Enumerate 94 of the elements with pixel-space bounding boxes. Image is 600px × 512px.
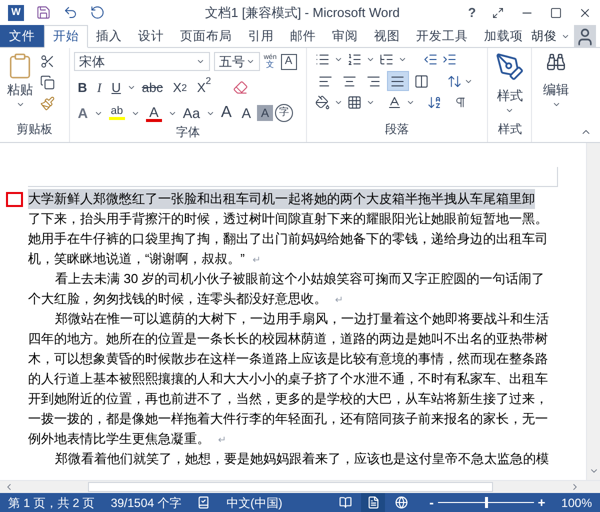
ribbon-tab[interactable]: 设计 [130,25,172,47]
paragraph: 郑微看着他们就笑了，她想，要是她妈妈跟着来了，应该也是这付皇帝不急太监急的模 [54,450,550,468]
styles-button[interactable]: 样式 [494,48,525,106]
highlight-button[interactable]: ab [104,103,129,123]
globe-icon [394,496,408,509]
multilevel-list-icon[interactable] [378,52,394,67]
align-left-icon [318,74,334,88]
ribbon-tab[interactable]: 加载项 [476,25,531,47]
scroll-thumb[interactable] [88,482,493,492]
font-color-button[interactable]: A [142,103,166,123]
zoom-in-button[interactable]: + [538,492,546,512]
binoculars-icon [546,52,566,72]
group-label: 字体 [174,124,201,141]
page-count[interactable]: 第 1 页，共 2 页 [8,494,95,512]
book-icon [338,496,352,509]
pilcrow-icon[interactable] [454,96,467,109]
caret-icon[interactable] [406,98,415,107]
annotation-square-icon [6,192,23,207]
redo-icon[interactable] [90,5,105,20]
ribbon-display-icon[interactable] [492,6,504,18]
shrink-font-button[interactable]: A [238,103,256,123]
paragraph: 看上去未满 30 岁的司机小伙子被眼前这个小姑娘笑容可掬而又字正腔圆的一句话闹了 个大红脸，匆匆找钱的时候，连零头都没好意思收。 ↵ [28,270,546,308]
align-right-icon [366,74,382,88]
horizontal-scrollbar[interactable] [0,480,600,493]
ribbon-tab[interactable]: 插入 [88,25,130,47]
vertical-scrollbar[interactable] [586,143,600,480]
caret-icon[interactable] [334,98,343,107]
paint-bucket-icon[interactable] [314,95,330,110]
align-center-icon [342,74,358,88]
justify-icon [390,74,406,88]
increase-indent-icon[interactable] [442,52,457,67]
ribbon-tab[interactable]: 页面布局 [172,25,240,47]
format-button[interactable]: B [74,77,92,97]
cut-icon[interactable] [40,54,55,69]
view-button[interactable] [361,493,386,512]
paragraph: 大学新鲜人郑微憋红了一张脸和出租车司机一起将她的两个大皮箱半拖半拽从车尾箱里卸 了下来，抬头用手背擦汗的时候，透过树叶间隙直射下来的耀眼阳光让她眼前短暂地一黑。 她用手在牛仔裤的口袋里掏了掏，翻出了出门前妈妈给她备下的零钱，递给身边的出租车司 机，笑眯眯地说道，“谢谢啊，叔叔。” ↵ [28,189,549,268]
paste-button[interactable]: 粘贴 [6,52,34,100]
format-button[interactable]: abc [138,77,167,97]
word-count[interactable]: 39/1504 个字 [110,494,182,512]
ribbon-tab[interactable]: 开发工具 [408,25,476,47]
grow-font-button[interactable]: A [217,103,236,123]
file-tab[interactable]: 文件 [0,25,44,47]
change-case-button[interactable]: Aa [178,103,204,123]
user-name[interactable]: 胡俊 [531,26,557,46]
text-effects-button[interactable]: A [74,103,92,123]
numbering-icon[interactable] [346,52,362,67]
decrease-indent-icon[interactable] [422,52,438,67]
ribbon-tab[interactable]: 审阅 [324,25,366,47]
sort-icon[interactable] [426,95,442,110]
app-logo: W [8,4,24,20]
enclose-character-button[interactable]: 字 [275,104,294,122]
ribbon-tab[interactable]: 开始 [44,25,88,48]
maximize-icon[interactable] [550,6,562,18]
page-icon [366,496,380,509]
ribbon-tab[interactable]: 引用 [240,25,282,47]
proofing-icon[interactable] [197,496,210,509]
zoom-level[interactable]: 100% [561,494,592,512]
paragraph: 郑微站在惟一可以遮荫的大树下，一边用手扇风，一边打量着这个她即将要战斗和生活 四年的地方。她所在的位置是一条长长的校园林荫道，道路的两边是她叫不出名的亚热带树 木，可以想象黄昏的时候散步在这样一条道路上应该是比较有意境的事情，然而现在整条路 的人行道上基本被熙熙攘攘的人和大大小小的桌子挤了个水泄不通，不时有私家车、出租车 开到她附近的位置，再也前进不了，当然，更多的是学校的大巴，从车站将新生接了过来， 一拨一拨的，都是像她一样拖着大件行李的年轻面孔，还有陪同孩子前来报名的家长，无一 例外地表情比学生更焦急凝重。 ↵ [28,310,550,448]
eraser-icon[interactable] [233,80,248,94]
group-label: 剪贴板 [15,121,54,138]
group-label: 段落 [384,121,410,138]
caret-icon[interactable] [398,55,407,64]
pen-icon [494,52,525,82]
format-button[interactable]: X$^{2}$ [192,77,216,97]
zoom-slider[interactable] [438,497,534,508]
window-title: 文档1 [兼容模式] - Microsoft Word [205,4,400,22]
align-button[interactable] [386,71,409,91]
caret-icon[interactable] [196,57,205,66]
zoom-out-button[interactable]: - [429,492,434,512]
caret-icon[interactable] [366,98,375,107]
caret-icon[interactable] [334,55,343,64]
group-label: 样式 [498,121,522,138]
zoom-slider-thumb[interactable] [484,497,488,508]
brush-icon[interactable] [40,96,55,111]
caret-icon[interactable] [246,57,255,66]
distribute-icon [414,74,430,88]
help-button[interactable]: ? [468,2,476,22]
character-shading-button[interactable]: A [257,105,274,121]
borders-icon[interactable] [346,95,362,110]
undo-icon[interactable] [63,5,78,20]
editing-button[interactable]: 编辑 [543,48,570,100]
format-button[interactable]: U [107,77,125,97]
format-button[interactable]: I [93,77,106,97]
caret-icon[interactable] [366,55,375,64]
ribbon-tab[interactable]: 邮件 [282,25,324,47]
font-name-field[interactable]: 宋体 [74,52,210,71]
copy-icon[interactable] [40,75,55,90]
character-border-button[interactable]: A [280,54,297,70]
ribbon-tab[interactable]: 视图 [366,25,408,47]
font-size-field[interactable]: 五号 [214,52,260,71]
save-icon[interactable] [36,5,51,20]
line-spacing-icon[interactable] [446,74,462,88]
text-direction-icon[interactable] [386,95,402,110]
language-status[interactable]: 中文(中国) [226,494,282,512]
